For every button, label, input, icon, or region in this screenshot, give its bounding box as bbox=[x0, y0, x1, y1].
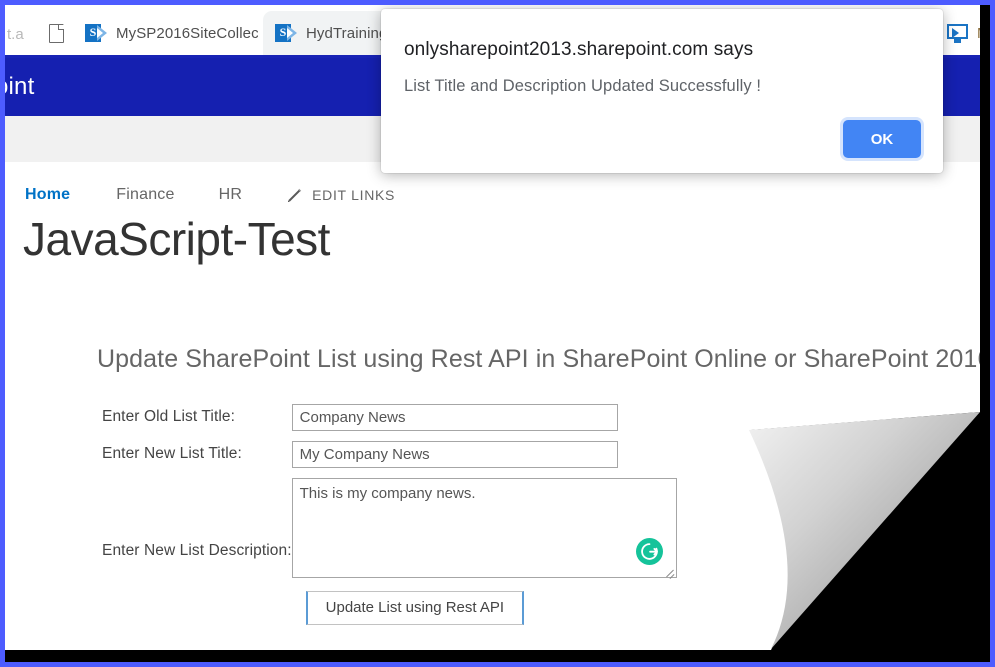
sidebar-item-hr[interactable]: HR bbox=[219, 186, 243, 204]
old-list-title-label: Enter Old List Title: bbox=[102, 408, 236, 426]
new-list-title-input[interactable] bbox=[291, 440, 618, 468]
dialog-message-text: List Title and Description Updated Succe… bbox=[404, 77, 762, 95]
pencil-icon bbox=[286, 187, 303, 204]
browser-tab-label: HydTraining bbox=[306, 24, 388, 42]
page-title: JavaScript-Test bbox=[23, 213, 330, 265]
new-list-description-textarea[interactable]: This is my company news. bbox=[291, 477, 677, 578]
javascript-alert-dialog: onlysharepoint2013.sharepoint.com says L… bbox=[381, 9, 943, 173]
sharepoint-icon: S bbox=[85, 23, 107, 43]
main-content: Update SharePoint List using Rest API in… bbox=[5, 265, 980, 625]
browser-tab-label: MySP2016SiteCollecti bbox=[116, 24, 258, 42]
screenshot-frame: t.a S MySP2016SiteCollecti S HydTraining bbox=[0, 0, 995, 667]
sidebar-item-home[interactable]: Home bbox=[25, 186, 70, 204]
new-list-title-label: Enter New List Title: bbox=[102, 445, 242, 463]
form-row-new-description: Enter New List Description: This is my c… bbox=[102, 477, 677, 625]
grammarly-icon[interactable] bbox=[635, 537, 663, 565]
form-heading: Update SharePoint List using Rest API in… bbox=[97, 344, 980, 373]
browser-tab-hydtraining[interactable]: S HydTraining bbox=[263, 11, 398, 55]
sharepoint-icon: S bbox=[275, 23, 297, 43]
browser-tab-mysp2016[interactable]: S MySP2016SiteCollecti bbox=[73, 11, 258, 55]
tab-partial-label: t.a bbox=[7, 26, 24, 43]
update-list-button[interactable]: Update List using Rest API bbox=[305, 590, 525, 625]
suite-bar-title: rePoint bbox=[5, 73, 35, 100]
sidebar-item-finance[interactable]: Finance bbox=[116, 186, 174, 204]
description-textarea-wrapper: This is my company news. bbox=[291, 477, 677, 578]
edit-links-label: EDIT LINKS bbox=[312, 187, 396, 203]
dialog-origin-text: onlysharepoint2013.sharepoint.com says bbox=[404, 39, 754, 60]
blank-document-icon bbox=[49, 23, 65, 43]
browser-tab-label: M bbox=[977, 25, 980, 42]
update-list-form: Enter Old List Title: Enter New List Tit… bbox=[102, 403, 677, 625]
presentation-monitor-icon bbox=[947, 23, 968, 43]
new-list-description-label: Enter New List Description: bbox=[102, 542, 292, 560]
form-row-old-title: Enter Old List Title: bbox=[102, 403, 677, 431]
edit-links-button[interactable]: EDIT LINKS bbox=[286, 187, 395, 204]
old-list-title-input[interactable] bbox=[291, 403, 618, 431]
form-row-new-title: Enter New List Title: bbox=[102, 440, 677, 468]
dialog-ok-button[interactable]: OK bbox=[843, 120, 921, 158]
